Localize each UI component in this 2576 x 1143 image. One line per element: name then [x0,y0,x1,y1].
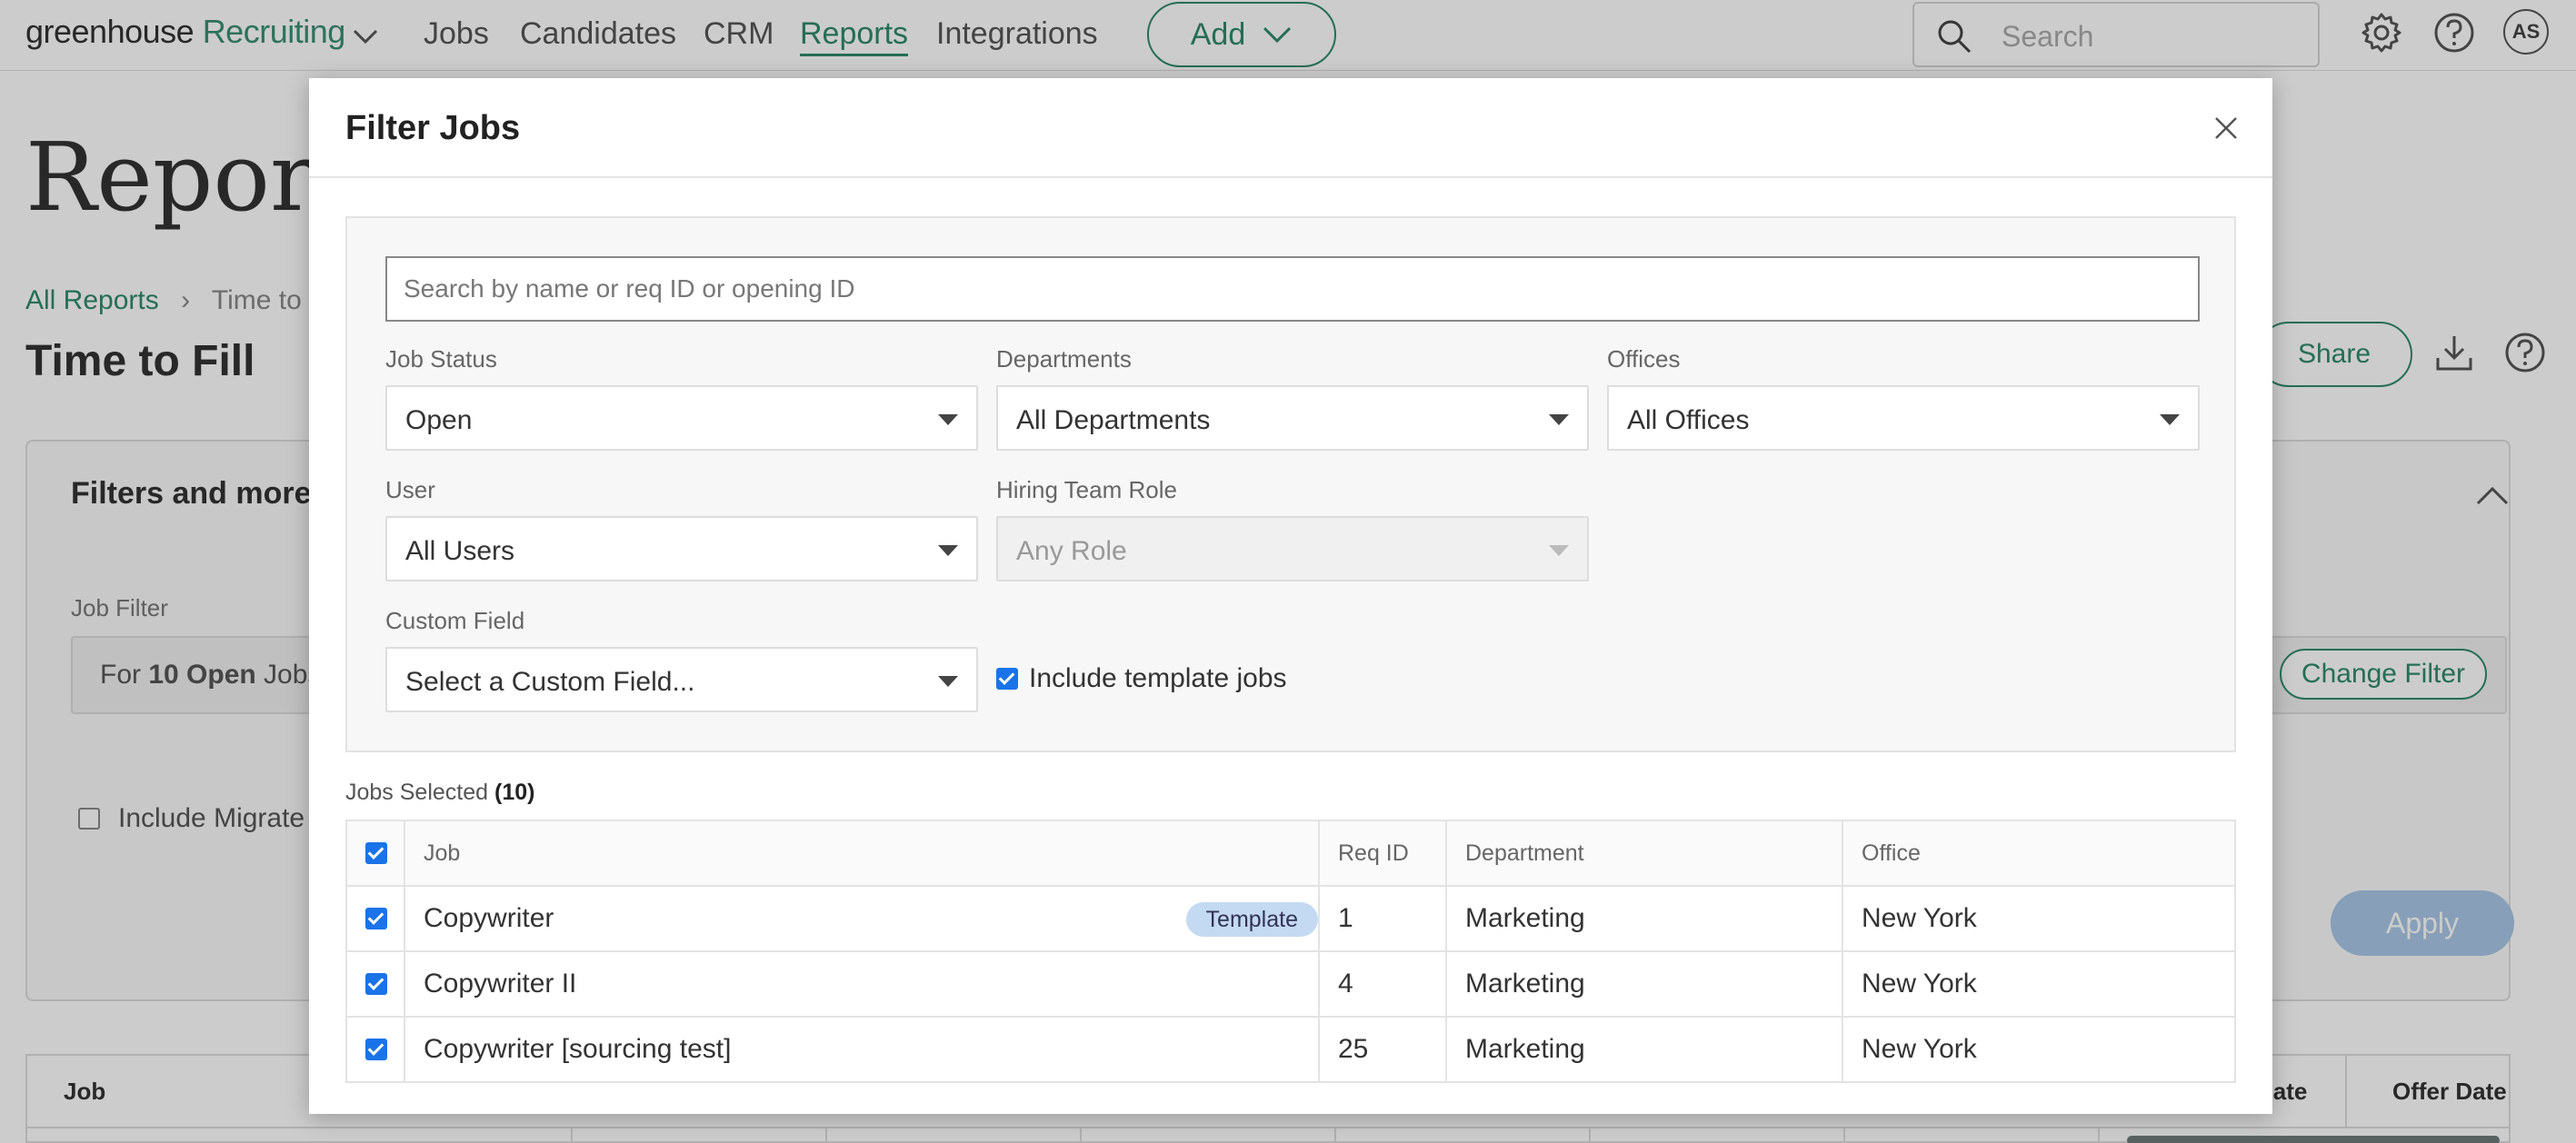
department-cell: Marketing [1445,950,1843,1018]
modal-title: Filter Jobs [345,109,521,147]
table-row[interactable]: Copywriter [sourcing test] 25 Marketing … [345,1016,2236,1083]
custom-field-select[interactable]: Select a Custom Field... [385,647,978,712]
filter-jobs-modal: Filter Jobs Job Status Open Departments … [309,78,2272,1114]
caret-down-icon [2160,414,2180,425]
filter-panel: Job Status Open Departments All Departme… [345,216,2236,752]
offices-label: Offices [1607,345,1681,373]
departments-select[interactable]: All Departments [996,385,1589,451]
caret-down-icon [1549,414,1569,425]
select-all-checkbox[interactable] [365,842,387,864]
job-name: Copywriter II [424,969,577,999]
jobs-table: Job Req ID Department Office Copywriter … [345,820,2236,1083]
checkbox-checked[interactable] [996,668,1018,690]
office-cell: New York [1842,1016,2236,1083]
req-id-cell: 1 [1318,885,1447,952]
col-header-department: Department [1445,820,1843,887]
row-checkbox-cell [345,1016,405,1083]
job-status-value: Open [405,405,473,435]
include-template-jobs-checkbox[interactable]: Include template jobs [996,663,1287,694]
col-header-job: Job [404,820,1320,887]
template-badge: Template [1185,902,1318,937]
modal-header: Filter Jobs [309,78,2272,178]
hiring-team-role-value: Any Role [1016,536,1127,566]
job-name-cell: Copywriter [sourcing test] [404,1016,1320,1083]
jobs-selected-summary: Jobs Selected (10) [345,780,534,806]
departments-value: All Departments [1016,405,1211,435]
req-id-cell: 4 [1318,950,1447,1018]
job-name-cell: Copywriter II [404,950,1320,1018]
user-select[interactable]: All Users [385,516,978,581]
caret-down-icon [938,414,958,425]
job-name-cell: Copywriter Template [404,885,1320,952]
department-cell: Marketing [1445,885,1843,952]
row-checkbox[interactable] [365,908,387,929]
job-search-input[interactable] [385,256,2200,322]
departments-label: Departments [996,345,1132,373]
job-status-select[interactable]: Open [385,385,978,451]
table-row[interactable]: Copywriter II 4 Marketing New York [345,950,2236,1018]
col-header-req-id: Req ID [1318,820,1447,887]
jobs-selected-count: (10) [494,780,535,805]
include-template-jobs-label: Include template jobs [1029,663,1287,693]
table-row[interactable]: Copywriter Template 1 Marketing New York [345,885,2236,952]
user-label: User [385,476,435,503]
offices-select[interactable]: All Offices [1607,385,2200,451]
hiring-team-role-label: Hiring Team Role [996,476,1177,503]
department-cell: Marketing [1445,1016,1843,1083]
job-name: Copywriter [424,903,554,933]
job-name: Copywriter [sourcing test] [424,1034,732,1064]
table-header-row: Job Req ID Department Office [345,820,2236,887]
custom-field-value: Select a Custom Field... [405,667,695,697]
caret-down-icon [1549,545,1569,556]
close-icon[interactable] [2211,113,2242,144]
caret-down-icon [938,676,958,687]
hiring-team-role-select: Any Role [996,516,1589,581]
req-id-cell: 25 [1318,1016,1447,1083]
user-value: All Users [405,536,515,566]
row-checkbox-cell [345,950,405,1018]
caret-down-icon [938,545,958,556]
row-checkbox-cell [345,885,405,952]
office-cell: New York [1842,950,2236,1018]
job-status-label: Job Status [385,345,497,373]
row-checkbox[interactable] [365,973,387,995]
select-all-cell [345,820,405,887]
offices-value: All Offices [1627,405,1750,435]
jobs-selected-label: Jobs Selected [345,780,489,805]
row-checkbox[interactable] [365,1039,387,1060]
office-cell: New York [1842,885,2236,952]
col-header-office: Office [1842,820,2236,887]
custom-field-label: Custom Field [385,607,525,634]
